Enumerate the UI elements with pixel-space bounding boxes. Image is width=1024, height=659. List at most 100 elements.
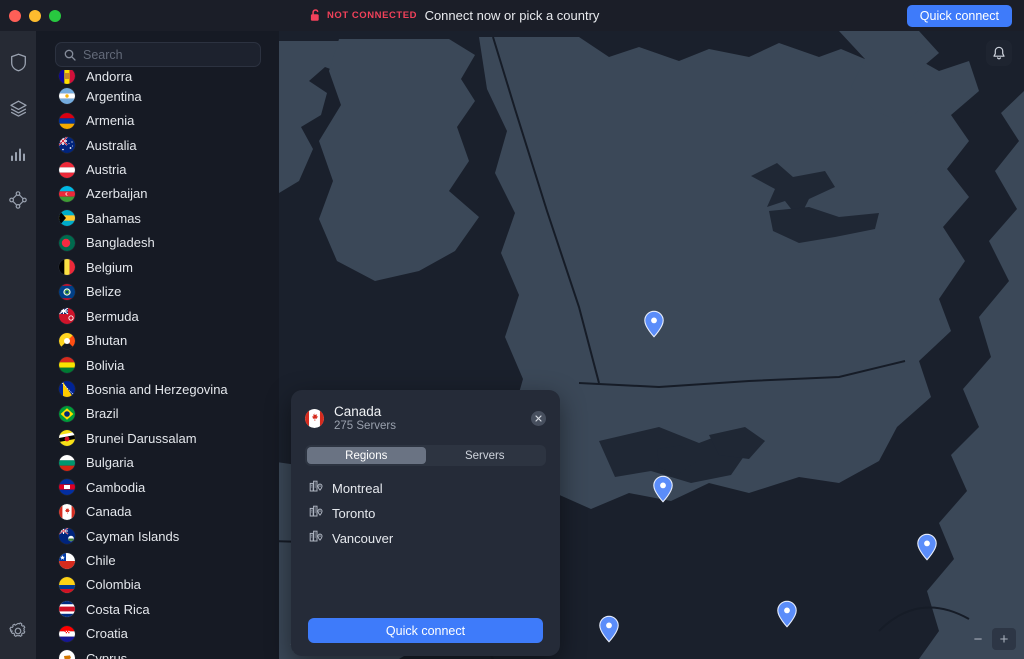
- country-list-item[interactable]: Chile: [36, 548, 279, 572]
- country-list-item[interactable]: Andorra: [36, 70, 279, 84]
- close-window-button[interactable]: [9, 9, 21, 22]
- country-list-item[interactable]: Colombia: [36, 573, 279, 597]
- country-list-item[interactable]: Cambodia: [36, 475, 279, 499]
- country-name: Costa Rica: [86, 601, 150, 617]
- country-panel: Andorra Argentina Armenia Australia Austria A…: [36, 31, 279, 659]
- zoom-in-button[interactable]: +: [992, 628, 1016, 650]
- app-window: NOT CONNECTED Connect now or pick a coun…: [0, 0, 1024, 659]
- country-flag-icon: [59, 528, 75, 545]
- flag-hr-icon: [59, 625, 75, 642]
- sidebar-item-statistics[interactable]: [4, 140, 32, 168]
- city-pin-icon: [309, 529, 323, 548]
- popup-region-item[interactable]: Vancouver: [305, 526, 546, 551]
- country-flag-icon: [59, 479, 75, 496]
- map-pin[interactable]: [916, 533, 938, 566]
- sidebar-item-vpn-shield[interactable]: [4, 48, 32, 76]
- country-list-item[interactable]: Belize: [36, 280, 279, 304]
- country-flag-icon: [59, 454, 75, 471]
- search-input[interactable]: [83, 47, 252, 62]
- country-name: Brunei Darussalam: [86, 430, 197, 446]
- country-list-item[interactable]: Austria: [36, 157, 279, 181]
- country-flag-icon: [59, 137, 75, 154]
- icon-rail: [0, 31, 36, 659]
- zoom-out-button[interactable]: −: [966, 628, 990, 650]
- popup-tab-servers[interactable]: Servers: [426, 447, 545, 464]
- map-pin[interactable]: [643, 310, 665, 343]
- sidebar-item-meshnet[interactable]: [4, 94, 32, 122]
- country-list-item[interactable]: Bulgaria: [36, 451, 279, 475]
- country-list-item[interactable]: Brunei Darussalam: [36, 426, 279, 450]
- country-list-item[interactable]: Armenia: [36, 108, 279, 132]
- country-list-item[interactable]: Australia: [36, 133, 279, 157]
- country-name: Canada: [86, 504, 132, 520]
- country-flag-icon: [59, 259, 75, 276]
- country-flag-icon: [59, 161, 75, 178]
- popup-tab-regions[interactable]: Regions: [307, 447, 426, 464]
- popup-close-button[interactable]: [531, 410, 546, 426]
- search-box[interactable]: [55, 42, 261, 67]
- flag-co-icon: [59, 576, 75, 593]
- country-name: Austria: [86, 162, 127, 178]
- country-list-item[interactable]: Croatia: [36, 622, 279, 646]
- country-list-item[interactable]: Brazil: [36, 402, 279, 426]
- flag-ca-icon: [59, 503, 75, 520]
- country-list-item[interactable]: Costa Rica: [36, 597, 279, 621]
- map-pin[interactable]: [776, 600, 798, 633]
- map-pin[interactable]: [652, 475, 674, 508]
- minimize-window-button[interactable]: [29, 9, 41, 22]
- popup-server-count: 275 Servers: [334, 420, 397, 432]
- maximize-window-button[interactable]: [49, 9, 61, 22]
- titlebar-message: Connect now or pick a country: [424, 8, 600, 23]
- flag-cl-icon: [59, 552, 75, 569]
- flag-ky-icon: [59, 528, 75, 545]
- country-name: Australia: [86, 137, 137, 153]
- connection-status: NOT CONNECTED: [310, 0, 417, 31]
- country-flag-icon: [59, 357, 75, 374]
- popup-country-name: Canada: [334, 404, 382, 419]
- gear-icon: [9, 622, 26, 637]
- notifications-button[interactable]: [986, 40, 1012, 66]
- country-list-item[interactable]: Cayman Islands: [36, 524, 279, 548]
- quick-connect-button-top[interactable]: Quick connect: [906, 5, 1012, 27]
- country-list-item[interactable]: Bermuda: [36, 304, 279, 328]
- country-list-item[interactable]: Bolivia: [36, 353, 279, 377]
- bell-icon: [993, 46, 1005, 59]
- country-list-item[interactable]: Canada: [36, 499, 279, 523]
- country-flag-icon: [59, 503, 75, 520]
- flag-br-icon: [59, 405, 75, 422]
- country-list-item[interactable]: Argentina: [36, 84, 279, 108]
- country-list-item[interactable]: Bangladesh: [36, 231, 279, 255]
- country-name: Bahamas: [86, 210, 141, 226]
- country-list-item[interactable]: Belgium: [36, 255, 279, 279]
- sidebar-item-network-mesh[interactable]: [4, 186, 32, 214]
- flag-au-icon: [59, 137, 75, 154]
- country-flag-icon: [59, 332, 75, 349]
- country-name: Bolivia: [86, 357, 125, 373]
- country-name: Belize: [86, 284, 122, 300]
- country-flag-icon: [59, 70, 75, 84]
- country-list-item[interactable]: Bosnia and Herzegovina: [36, 377, 279, 401]
- quick-connect-button-popup[interactable]: Quick connect: [308, 618, 543, 643]
- popup-region-item[interactable]: Toronto: [305, 501, 546, 526]
- flag-bo-icon: [59, 357, 75, 374]
- rail-bottom-items: [4, 617, 32, 659]
- country-list-item[interactable]: Bhutan: [36, 328, 279, 352]
- popup-title-group: Canada 275 Servers: [334, 404, 396, 432]
- country-list-item[interactable]: Cyprus: [36, 646, 279, 659]
- sidebar-item-settings[interactable]: [4, 617, 32, 645]
- flag-bg-icon: [59, 454, 75, 471]
- city-pin-icon: [309, 504, 323, 523]
- country-name: Bhutan: [86, 333, 128, 349]
- country-flag-icon: [59, 88, 75, 105]
- country-list-scroll[interactable]: Andorra Argentina Armenia Australia Austria A…: [36, 70, 279, 659]
- popup-region-item[interactable]: Montreal: [305, 476, 546, 501]
- country-name: Azerbaijan: [86, 186, 148, 202]
- country-flag-icon: [59, 405, 75, 422]
- popup-flag-icon: [305, 408, 324, 428]
- map-pin[interactable]: [598, 615, 620, 648]
- shield-icon: [10, 53, 26, 71]
- country-flag-icon: [59, 650, 75, 659]
- country-list-item[interactable]: Bahamas: [36, 206, 279, 230]
- country-list-item[interactable]: Azerbaijan: [36, 182, 279, 206]
- status-label: NOT CONNECTED: [327, 10, 418, 21]
